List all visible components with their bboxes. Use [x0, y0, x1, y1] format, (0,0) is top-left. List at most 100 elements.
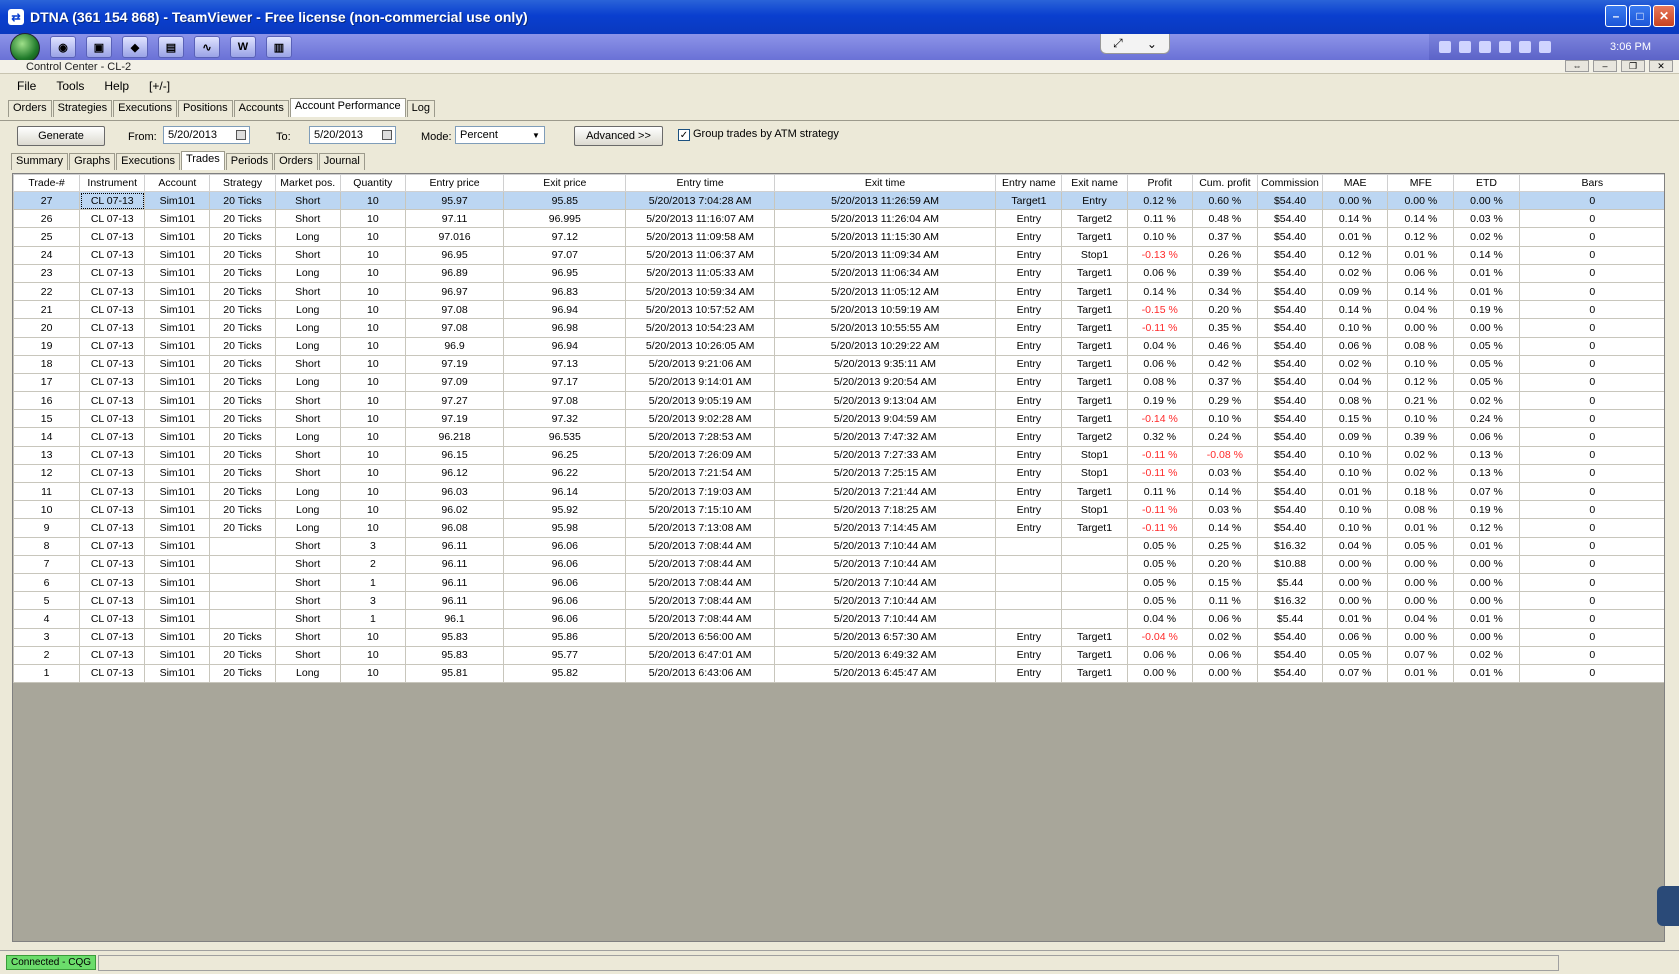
subtab-periods[interactable]: Periods: [225, 153, 274, 170]
table-row[interactable]: 18 CL 07-13 Sim101 20 Ticks Short 10 97.19 97.1…: [13, 354, 1664, 374]
cc-close-icon[interactable]: ✕: [1649, 60, 1673, 72]
table-row[interactable]: 1 CL 07-13 Sim101 20 Ticks Long 10 95.81 95.82 5…: [13, 663, 1664, 684]
trades-grid[interactable]: Trade-# Instrument Account Strategy Market p…: [12, 173, 1665, 942]
subtab-executions[interactable]: Executions: [116, 153, 180, 170]
table-row[interactable]: 6 CL 07-13 Sim101 Short 1 96.11 96.06 5/20/2013…: [13, 572, 1664, 593]
table-row[interactable]: 22 CL 07-13 Sim101 20 Ticks Short 10 96.97 96.8…: [13, 281, 1664, 302]
chevron-down-icon[interactable]: ⌄: [1147, 37, 1157, 51]
table-row[interactable]: 19 CL 07-13 Sim101 20 Ticks Long 10 96.9 96.94 5…: [13, 336, 1664, 356]
column-header[interactable]: Market pos.: [274, 174, 341, 192]
start-button[interactable]: [10, 33, 40, 63]
subtab-summary[interactable]: Summary: [11, 153, 69, 170]
to-date-picker[interactable]: 5/20/2013: [309, 126, 396, 144]
table-row[interactable]: 4 CL 07-13 Sim101 Short 1 96.1 96.06 5/20/2013 …: [13, 609, 1664, 629]
menu-expand[interactable]: [+/-]: [149, 79, 170, 93]
from-date-picker[interactable]: 5/20/2013: [163, 126, 250, 144]
cc-minimize-icon[interactable]: –: [1593, 60, 1617, 72]
maximize-icon[interactable]: □: [1629, 5, 1651, 27]
subtab-graphs[interactable]: Graphs: [69, 153, 116, 170]
close-icon[interactable]: ✕: [1653, 5, 1675, 27]
chevron-down-icon[interactable]: ▼: [530, 129, 542, 141]
subtab-journal[interactable]: Journal: [318, 153, 365, 170]
table-row[interactable]: 12 CL 07-13 Sim101 20 Ticks Short 10 96.12 96.2…: [13, 463, 1664, 484]
calendar-icon[interactable]: [382, 130, 392, 140]
table-row[interactable]: 9 CL 07-13 Sim101 20 Ticks Long 10 96.08 95.98 5…: [13, 518, 1664, 538]
column-header[interactable]: Account: [144, 174, 211, 192]
link-icon[interactable]: ⇔: [1565, 60, 1589, 72]
cc-restore-icon[interactable]: ❐: [1621, 60, 1645, 72]
menu-tools[interactable]: Tools: [56, 79, 84, 93]
teamviewer-panel-handle[interactable]: ⤢ ⌄: [1100, 34, 1170, 54]
minimize-icon[interactable]: –: [1605, 5, 1627, 27]
table-row[interactable]: 17 CL 07-13 Sim101 20 Ticks Long 10 97.09 97.17…: [13, 372, 1664, 393]
column-header[interactable]: MFE: [1387, 174, 1455, 192]
table-row[interactable]: 23 CL 07-13 Sim101 20 Ticks Long 10 96.89 96.95…: [13, 263, 1664, 283]
column-header[interactable]: Strategy: [209, 174, 276, 192]
table-row[interactable]: 11 CL 07-13 Sim101 20 Ticks Long 10 96.03 96.14…: [13, 481, 1664, 502]
column-header[interactable]: Cum. profit: [1191, 174, 1258, 192]
table-row[interactable]: 24 CL 07-13 Sim101 20 Ticks Short 10 96.95 97.0…: [13, 245, 1664, 265]
table-row[interactable]: 26 CL 07-13 Sim101 20 Ticks Short 10 97.11 96.9…: [13, 209, 1664, 229]
shield-icon[interactable]: ◆: [122, 36, 148, 58]
tab-orders[interactable]: Orders: [8, 100, 52, 117]
table-row[interactable]: 5 CL 07-13 Sim101 Short 3 96.11 96.06 5/20/2013…: [13, 591, 1664, 611]
table-row[interactable]: 10 CL 07-13 Sim101 20 Ticks Long 10 96.02 95.92…: [13, 500, 1664, 520]
table-row[interactable]: 3 CL 07-13 Sim101 20 Ticks Short 10 95.83 95.86…: [13, 627, 1664, 647]
tray-arrow-icon[interactable]: [1439, 41, 1451, 53]
tray-network-icon[interactable]: [1459, 41, 1471, 53]
flag-icon[interactable]: [1479, 41, 1491, 53]
table-row[interactable]: 8 CL 07-13 Sim101 Short 3 96.11 96.06 5/20/2013…: [13, 536, 1664, 556]
table-row[interactable]: 21 CL 07-13 Sim101 20 Ticks Long 10 97.08 96.94…: [13, 300, 1664, 320]
column-header[interactable]: Bars: [1518, 174, 1664, 192]
column-header[interactable]: Entry price: [404, 174, 505, 192]
column-header[interactable]: ETD: [1453, 174, 1520, 192]
menu-help[interactable]: Help: [104, 79, 129, 93]
column-header[interactable]: Entry time: [625, 174, 775, 192]
column-header[interactable]: Instrument: [79, 174, 146, 192]
chart-app-icon[interactable]: ▥: [266, 36, 292, 58]
fullscreen-icon[interactable]: ⤢: [1113, 36, 1123, 51]
table-row[interactable]: 13 CL 07-13 Sim101 20 Ticks Short 10 96.15 96.2…: [13, 445, 1664, 465]
table-row[interactable]: 20 CL 07-13 Sim101 20 Ticks Long 10 97.08 96.98…: [13, 318, 1664, 338]
tab-positions[interactable]: Positions: [177, 100, 233, 117]
advanced-button[interactable]: Advanced >>: [574, 126, 663, 146]
table-row[interactable]: 2 CL 07-13 Sim101 20 Ticks Short 10 95.83 95.77…: [13, 645, 1664, 665]
subtab-orders[interactable]: Orders: [274, 153, 318, 170]
tab-log[interactable]: Log: [406, 100, 435, 117]
word-icon[interactable]: W: [230, 36, 256, 58]
teamviewer-side-panel-handle[interactable]: [1657, 886, 1679, 926]
column-header[interactable]: Commission: [1256, 174, 1324, 192]
column-header[interactable]: Exit time: [773, 174, 997, 192]
table-row[interactable]: 25 CL 07-13 Sim101 20 Ticks Long 10 97.016 97.1…: [13, 227, 1664, 247]
column-header[interactable]: MAE: [1322, 174, 1389, 192]
monitor-icon[interactable]: [1499, 41, 1511, 53]
tab-executions[interactable]: Executions: [113, 100, 177, 117]
folder-icon[interactable]: ▤: [158, 36, 184, 58]
ninjatrader-icon[interactable]: ∿: [194, 36, 220, 58]
generate-button[interactable]: Generate: [17, 126, 105, 146]
table-row[interactable]: 16 CL 07-13 Sim101 20 Ticks Short 10 97.27 97.0…: [13, 391, 1664, 411]
table-row[interactable]: 15 CL 07-13 Sim101 20 Ticks Short 10 97.19 97.3…: [13, 409, 1664, 429]
column-header[interactable]: Exit name: [1061, 174, 1128, 192]
column-header[interactable]: Profit: [1126, 174, 1193, 192]
table-row[interactable]: 27 CL 07-13 Sim101 20 Ticks Short 10 95.97 95.8…: [13, 190, 1664, 211]
firefox-icon[interactable]: ◉: [50, 36, 76, 58]
group-trades-checkbox[interactable]: ✓: [678, 129, 690, 141]
subtab-trades[interactable]: Trades: [180, 151, 225, 170]
mode-select[interactable]: Percent ▼: [455, 126, 545, 144]
tab-strategies[interactable]: Strategies: [52, 100, 113, 117]
column-header[interactable]: Entry name: [995, 174, 1063, 192]
chrome-icon[interactable]: [1539, 41, 1551, 53]
column-header[interactable]: Quantity: [339, 174, 406, 192]
tab-accounts[interactable]: Accounts: [233, 100, 289, 117]
column-header[interactable]: Trade-#: [13, 174, 81, 192]
speaker-icon[interactable]: [1519, 41, 1531, 53]
tab-account-performance[interactable]: Account Performance: [289, 98, 406, 117]
calendar-icon[interactable]: [236, 130, 246, 140]
menu-file[interactable]: File: [17, 79, 36, 93]
column-header[interactable]: Exit price: [503, 174, 627, 192]
explorer-icon[interactable]: ▣: [86, 36, 112, 58]
clock[interactable]: 3:06 PM: [1610, 41, 1651, 53]
table-row[interactable]: 14 CL 07-13 Sim101 20 Ticks Long 10 96.218 96.5…: [13, 427, 1664, 447]
table-row[interactable]: 7 CL 07-13 Sim101 Short 2 96.11 96.06 5/20/2013…: [13, 554, 1664, 574]
